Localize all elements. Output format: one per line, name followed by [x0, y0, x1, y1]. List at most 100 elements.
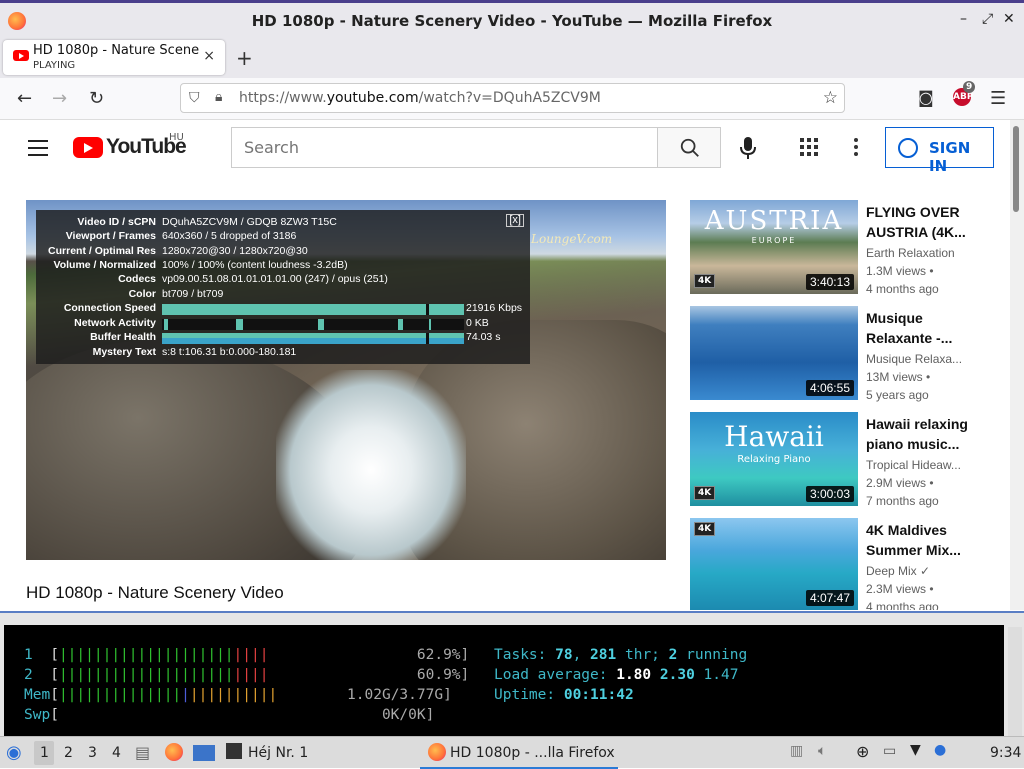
terminal-window[interactable]: 1 [|||||||||||||||||||||||| 62.9%] 2 [||… — [0, 611, 1024, 737]
workspace-3[interactable]: 3 — [88, 745, 97, 761]
window-title: HD 1080p - Nature Scenery Video - YouTub… — [251, 12, 773, 30]
youtube-logo-icon[interactable] — [73, 137, 103, 158]
new-tab-button[interactable]: + — [236, 46, 253, 70]
start-menu-icon[interactable]: ◉ — [6, 742, 22, 763]
stats-row: Volume / Normalized 100% / 100% (content … — [53, 259, 348, 271]
task-firefox[interactable]: HD 1080p - ...lla Firefox — [420, 737, 618, 769]
recommendation-thumbnail[interactable]: 4:06:55 — [690, 306, 858, 400]
recommendation-thumbnail[interactable]: 4K 4:07:47 — [690, 518, 858, 610]
recommendation-views: 2.9M views • — [866, 476, 934, 490]
region-code: HU — [169, 132, 184, 143]
search-box[interactable] — [231, 127, 658, 168]
recommendation-channel[interactable]: Musique Relaxa... — [866, 352, 966, 366]
menu-hamburger-icon[interactable]: ☰ — [990, 88, 1006, 109]
notes-icon[interactable]: ▭ — [883, 743, 896, 759]
firefox-task-icon — [428, 743, 446, 761]
duration-badge: 3:00:03 — [805, 486, 854, 502]
adblock-badge: 9 — [963, 81, 976, 93]
sign-in-button[interactable]: SIGN IN — [885, 127, 994, 175]
recommendation-title[interactable]: Musique Relaxante -... — [866, 308, 986, 348]
youtube-favicon-icon — [13, 50, 29, 61]
workspace-4[interactable]: 4 — [112, 745, 121, 761]
scrollbar-thumb[interactable] — [1013, 126, 1019, 212]
recommendation-channel[interactable]: Earth Relaxation — [866, 246, 966, 260]
url-text[interactable]: https://www.youtube.com/watch?v=DQuhA5ZC… — [239, 90, 601, 106]
recommendation-age: 4 months ago — [866, 600, 939, 610]
adblock-icon[interactable]: ABP 9 — [953, 81, 976, 106]
task-terminal[interactable]: Héj Nr. 1 — [222, 737, 412, 769]
stats-row: Color bt709 / bt709 — [128, 288, 224, 300]
terminal-icon — [226, 743, 242, 759]
duration-badge: 3:40:13 — [805, 274, 854, 290]
lock-icon[interactable]: 🔒︎ — [215, 89, 222, 105]
maximize-button[interactable]: ⤢ — [982, 11, 993, 27]
tab-close-icon[interactable]: × — [203, 48, 215, 64]
recommendation-item[interactable]: 4:06:55 Musique Relaxante -... Musique Re… — [690, 306, 1010, 402]
load-average: Load average: 1.80 2.30 1.47 — [494, 667, 739, 683]
recommendation-age: 4 months ago — [866, 282, 939, 296]
recommendation-age: 7 months ago — [866, 494, 939, 508]
recommendation-thumbnail[interactable]: Hawaii Relaxing Piano 4K 3:00:03 — [690, 412, 858, 506]
tab-strip: HD 1080p - Nature Scene PLAYING × + — [0, 38, 1024, 78]
add-icon[interactable]: ⊕ — [856, 742, 869, 761]
search-input[interactable] — [232, 128, 658, 167]
back-arrow-icon[interactable]: ← — [17, 88, 32, 109]
terminal-scrollbar[interactable] — [1008, 627, 1022, 737]
video-watermark: LoungeV.com — [531, 232, 613, 246]
stats-row-connection-speed: Connection Speed 21916 Kbps — [63, 302, 523, 315]
memory-meter: Mem[||||||||||||||||||||||||| 1.02G/3.77… — [24, 687, 452, 703]
recommendation-title[interactable]: 4K Maldives Summer Mix... — [866, 520, 986, 560]
firefox-launcher-icon[interactable] — [165, 743, 183, 761]
desktop-icon[interactable] — [193, 745, 215, 761]
recommendation-channel[interactable]: Deep Mix ✓ — [866, 564, 966, 578]
stats-row-network-activity: Network Activity 0 KB — [74, 317, 489, 330]
tab-title: HD 1080p - Nature Scene — [33, 43, 200, 58]
video-player[interactable]: LoungeV.com [x] Video ID / sCPN DQuhA5ZCV… — [26, 200, 666, 560]
cpu1-meter: 1 [|||||||||||||||||||||||| 62.9%] — [24, 647, 470, 663]
4k-badge: 4K — [694, 274, 716, 288]
4k-badge: 4K — [694, 522, 716, 536]
stats-row: Video ID / sCPN DQuhA5ZCV9M / GDQB 8ZW3 T… — [77, 216, 337, 228]
workspace-2[interactable]: 2 — [64, 745, 73, 761]
stats-row: Viewport / Frames 640x360 / 5 dropped of … — [65, 230, 297, 242]
recommendation-views: 2.3M views • — [866, 582, 934, 596]
minimize-button[interactable]: – — [960, 11, 967, 27]
uptime: Uptime: 00:11:42 — [494, 687, 634, 703]
recommendation-views: 13M views • — [866, 370, 931, 384]
wifi-icon[interactable]: ▼ — [910, 742, 921, 758]
search-button[interactable] — [657, 127, 721, 168]
bookmark-star-icon[interactable]: ☆ — [823, 88, 838, 108]
shield-icon[interactable]: ⛉ — [189, 90, 200, 106]
recommendation-item[interactable]: AUSTRIA EUROPE 4K 3:40:13 FLYING OVER AUS… — [690, 200, 1010, 296]
recommendation-channel[interactable]: Tropical Hideaw... — [866, 458, 966, 472]
forward-arrow-icon[interactable]: → — [52, 88, 67, 109]
recommendation-thumbnail[interactable]: AUSTRIA EUROPE 4K 3:40:13 — [690, 200, 858, 294]
tab-youtube[interactable]: HD 1080p - Nature Scene PLAYING × — [3, 40, 225, 75]
workspace-1[interactable]: 1 — [40, 745, 49, 761]
stats-row-buffer-health: Buffer Health 74.03 s — [90, 331, 501, 344]
4k-badge: 4K — [694, 486, 716, 500]
more-options-icon[interactable] — [854, 138, 858, 156]
notification-icon[interactable]: ● — [934, 742, 946, 758]
youtube-header: YouTube HU SIGN IN — [0, 120, 1010, 176]
page-scrollbar[interactable] — [1010, 120, 1024, 610]
buffer-health-graph — [162, 333, 464, 344]
swap-meter: Swp[ 0K/0K] — [24, 707, 435, 723]
recommendation-title[interactable]: Hawaii relaxing piano music... — [866, 414, 986, 454]
url-bar[interactable]: ⛉ 🔒︎ https://www.youtube.com/watch?v=DQu… — [180, 83, 845, 113]
close-window-button[interactable]: ✕ — [1003, 11, 1015, 27]
apps-grid-icon[interactable] — [800, 138, 818, 156]
file-manager-icon[interactable]: ▤ — [135, 743, 150, 762]
tab-playing-status: PLAYING — [33, 60, 76, 71]
reload-icon[interactable]: ↻ — [89, 88, 104, 109]
clipboard-icon[interactable]: ▥ — [790, 743, 803, 759]
stats-for-nerds-panel: [x] Video ID / sCPN DQuhA5ZCV9M / GDQB 8Z… — [36, 210, 530, 364]
guide-menu-icon[interactable] — [28, 140, 48, 156]
video-title: HD 1080p - Nature Scenery Video — [26, 583, 284, 602]
recommendation-title[interactable]: FLYING OVER AUSTRIA (4K... — [866, 202, 986, 242]
volume-icon[interactable]: 🔈︎ — [818, 743, 826, 759]
recommendation-item[interactable]: 4K 4:07:47 4K Maldives Summer Mix... Deep… — [690, 518, 1010, 612]
pocket-icon[interactable]: ◙ — [918, 88, 934, 107]
recommendation-item[interactable]: Hawaii Relaxing Piano 4K 3:00:03 Hawaii … — [690, 412, 1010, 508]
microphone-icon[interactable] — [738, 136, 758, 160]
